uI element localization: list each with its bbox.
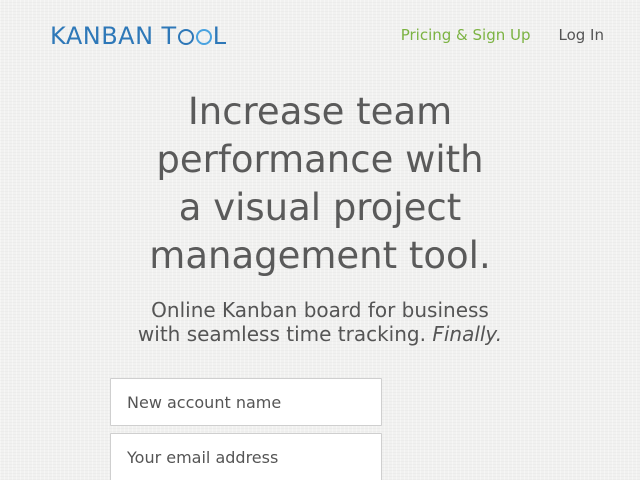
kanban-tool-logo[interactable]: KANBAN T L <box>50 20 227 52</box>
account-name-input[interactable] <box>110 378 382 426</box>
hero-headline-line: management tool. <box>149 234 491 277</box>
hero-headline-line: performance with <box>156 138 484 181</box>
logo-o-ring-icon <box>177 29 194 45</box>
hero-subtitle-line: with seamless time tracking. Finally. <box>0 322 640 346</box>
logo-letter-t: T <box>161 22 177 50</box>
hero-subtitle-text: with seamless time tracking. <box>137 322 426 346</box>
hero-headline-line: Increase team <box>187 90 453 133</box>
email-input[interactable] <box>110 433 382 480</box>
logo-word-kanban: KANBAN <box>50 22 154 50</box>
top-nav: Pricing & Sign Up Log In <box>401 26 604 44</box>
site-header: KANBAN T L Pricing & Sign Up Log In <box>0 0 640 72</box>
hero-subtitle: Online Kanban board for business with se… <box>0 298 640 346</box>
hero-subtitle-emphasis: Finally. <box>432 322 503 346</box>
hero-headline-line: a visual project <box>178 186 462 229</box>
hero-subtitle-line: Online Kanban board for business <box>151 298 489 322</box>
login-link[interactable]: Log In <box>559 26 605 44</box>
logo-o-ring-icon <box>195 29 212 45</box>
hero-headline: Increase team performance with a visual … <box>0 88 640 280</box>
pricing-signup-link[interactable]: Pricing & Sign Up <box>401 26 531 44</box>
logo-letter-l: L <box>212 22 227 50</box>
